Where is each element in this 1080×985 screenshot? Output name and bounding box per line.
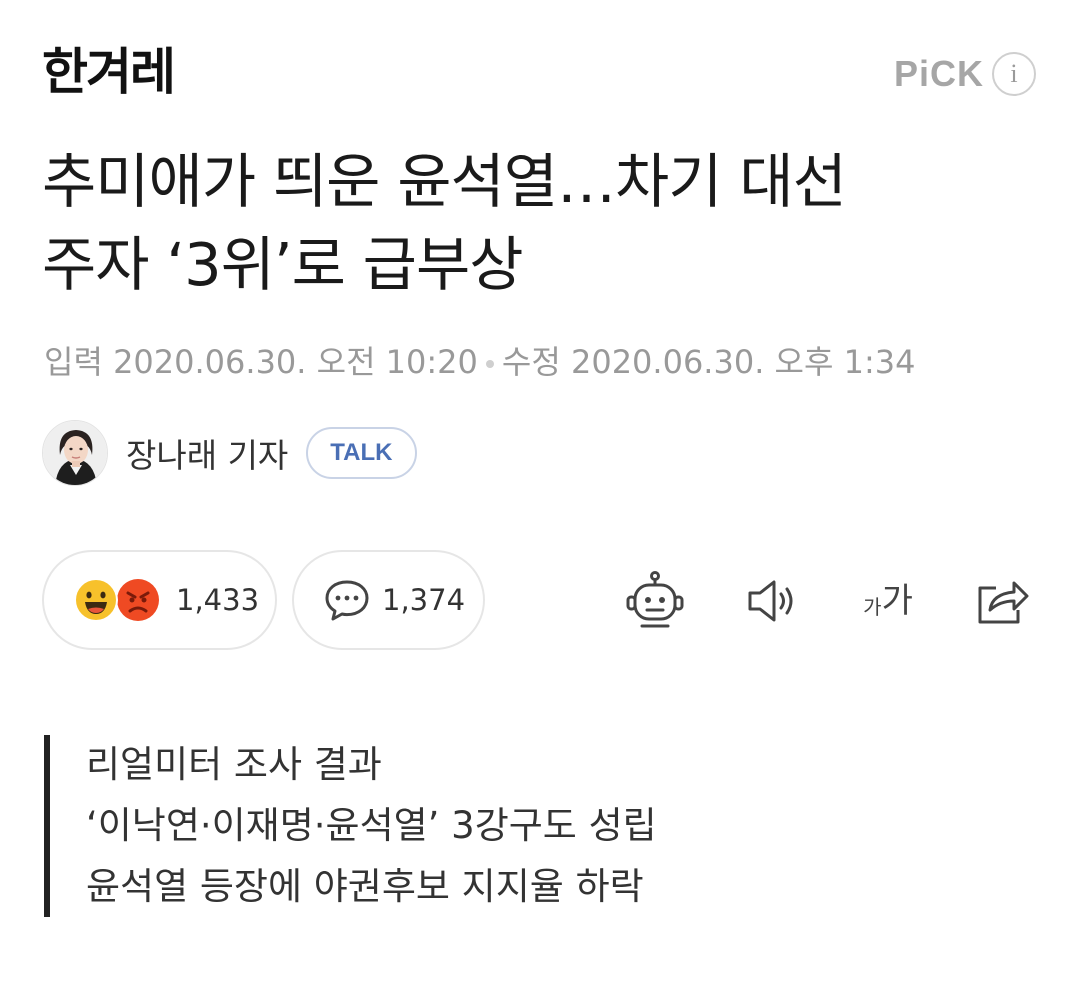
font-size-icon: 가가 xyxy=(863,583,913,619)
article-toolbar: 가가 xyxy=(620,566,1040,636)
pick-label: PiCK xyxy=(893,53,984,94)
font-size-large-label: 가 xyxy=(881,581,913,621)
input-label: 입력 xyxy=(44,343,103,381)
article-subheadings: 리얼미터 조사 결과 ‘이낙연·이재명·윤석열’ 3강구도 성립 윤석열 등장에… xyxy=(44,735,657,917)
subheading-line: 윤석열 등장에 야권후보 지지율 하락 xyxy=(86,865,644,908)
modified-time: 2020.06.30. 오후 1:34 xyxy=(570,343,916,381)
share-button[interactable] xyxy=(968,566,1038,636)
article-title-line1: 추미애가 띄운 윤석열…차기 대선 xyxy=(42,147,847,216)
robot-summary-icon xyxy=(626,571,684,628)
comment-bubble-icon xyxy=(325,580,369,621)
author-name[interactable]: 장나래 기자 xyxy=(126,429,288,477)
font-size-small-label: 가 xyxy=(863,595,882,619)
input-time: 2020.06.30. 오전 10:20 xyxy=(113,343,478,381)
font-size-button[interactable]: 가가 xyxy=(848,566,928,636)
article-timestamps: 입력 2020.06.30. 오전 10:20 수정 2020.06.30. 오후… xyxy=(44,342,915,382)
article-title-line2: 주자 ‘3위’로 급부상 xyxy=(42,230,524,299)
reaction-button[interactable]: 1,433 xyxy=(42,550,277,650)
reaction-count: 1,433 xyxy=(176,583,260,617)
angry-emoji-icon xyxy=(117,579,159,621)
subheading-line: ‘이낙연·이재명·윤석열’ 3강구도 성립 xyxy=(86,804,657,847)
pick-badge[interactable]: PiCK i xyxy=(894,52,1036,96)
meta-separator-dot xyxy=(485,360,494,368)
speaker-icon xyxy=(748,580,793,622)
share-icon xyxy=(978,581,1029,624)
info-icon[interactable]: i xyxy=(992,52,1036,96)
author-avatar[interactable] xyxy=(42,420,108,486)
subheading-line: 리얼미터 조사 결과 xyxy=(86,743,382,786)
comment-button[interactable]: 1,374 xyxy=(292,550,485,650)
smile-emoji-icon xyxy=(74,578,118,622)
reaction-emojis xyxy=(74,575,164,625)
summary-button[interactable] xyxy=(620,566,690,636)
hani-logo[interactable]: 한겨레 xyxy=(42,42,176,102)
author-row: 장나래 기자 TALK xyxy=(42,420,417,486)
listen-button[interactable] xyxy=(738,566,808,636)
article-title: 추미애가 띄운 윤석열…차기 대선 주자 ‘3위’로 급부상 xyxy=(42,140,1042,306)
talk-button[interactable]: TALK xyxy=(306,427,417,479)
modified-label: 수정 xyxy=(501,343,561,381)
comment-count: 1,374 xyxy=(382,583,466,617)
